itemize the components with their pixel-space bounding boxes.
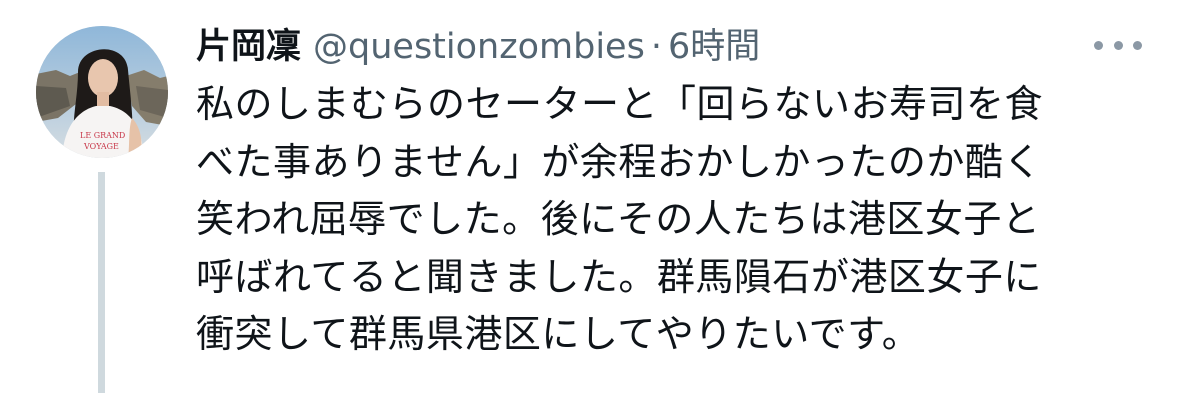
tweet-text-line: 笑われ屈辱でした。後にその人たちは港区女子と xyxy=(196,197,1041,241)
tweet-text-line: 衝突して群馬県港区にしてやりたいです。 xyxy=(196,312,921,356)
svg-text:VOYAGE: VOYAGE xyxy=(83,142,119,151)
avatar-photo: LE GRAND VOYAGE xyxy=(36,26,168,158)
thread-connector-line xyxy=(98,172,105,393)
author-display-name[interactable]: 片岡凜 xyxy=(196,22,301,72)
author-handle[interactable]: @questionzombies xyxy=(313,22,645,72)
tweet-text-line: 呼ばれてると聞きました。群馬隕石が港区女子に xyxy=(196,254,1042,299)
avatar-column: LE GRAND VOYAGE xyxy=(36,26,168,393)
more-dot xyxy=(1094,40,1103,50)
more-dot xyxy=(1113,40,1123,50)
tweet[interactable]: LE GRAND VOYAGE 片岡凜 @questionzombies · 6… xyxy=(0,0,1179,393)
tweet-text-line: 私のしまむらのセーターと「回らないお寿司を食 xyxy=(196,82,1044,126)
tweet-text-line: べた事ありません」が余程おかしかったのか酷く xyxy=(196,139,1042,184)
more-dot xyxy=(1133,40,1142,50)
avatar[interactable]: LE GRAND VOYAGE xyxy=(36,26,168,158)
tweet-text: 私のしまむらのセーターと「回らないお寿司を食 べた事ありません」が余程おかしかっ… xyxy=(196,76,1156,364)
header-separator: · xyxy=(650,27,662,67)
tweet-header: 片岡凜 @questionzombies · 6時間 xyxy=(196,22,1076,72)
tweet-timestamp[interactable]: 6時間 xyxy=(668,22,760,72)
svg-text:LE GRAND: LE GRAND xyxy=(80,131,125,140)
more-horizontal-icon[interactable] xyxy=(1094,33,1142,57)
